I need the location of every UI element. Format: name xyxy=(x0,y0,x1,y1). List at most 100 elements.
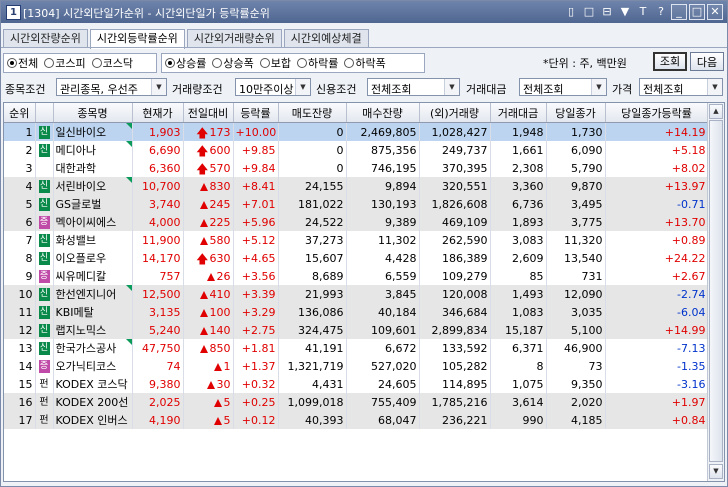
chevron-down-icon[interactable]: ▼ xyxy=(707,79,722,95)
title-bar: 1 [1304] 시간외단일가순위 - 시간외단일가 등락률순위 ▯ □ ⊟ ▼… xyxy=(1,1,727,23)
price-condition-select[interactable]: 전체조회 ▼ xyxy=(639,78,723,96)
table-row[interactable]: 11 신 KBI메탈 3,135 100 +3.29 136,086 40,184 346,68… xyxy=(4,303,709,321)
chevron-down-icon[interactable]: ▼ xyxy=(591,79,606,95)
scroll-down-icon[interactable]: ▼ xyxy=(709,464,723,479)
credit-condition-select[interactable]: 전체조회 ▼ xyxy=(367,78,460,96)
table-row[interactable]: 17 펀 KODEX 인버스 4,190 5 +0.12 40,393 68,047 236,2… xyxy=(4,411,709,429)
stock-name: 서린바이오 xyxy=(55,180,107,193)
font-size-icon[interactable]: T xyxy=(635,4,651,20)
table-row[interactable]: 16 펀 KODEX 200선 2,025 5 +0.25 1,099,018 755,409… xyxy=(4,393,709,411)
stock-name-cell[interactable]: 멕아이씨에스 xyxy=(53,213,133,231)
badge-cell: 신 xyxy=(35,231,54,249)
stock-name: KODEX 코스닥 xyxy=(55,378,128,391)
col-name[interactable]: 종목명 xyxy=(53,103,133,123)
table-row[interactable]: 9 증 씨유메디칼 757 26 +3.56 8,689 6,559 109,279 85 731 +… xyxy=(4,267,709,285)
table-row[interactable]: 3 대한과학 6,360 🡅570 +9.84 0 746,195 370,395 2,308 5… xyxy=(4,159,709,177)
stock-name-cell[interactable]: 서린바이오 xyxy=(53,177,133,195)
col-rank[interactable]: 순위 xyxy=(4,103,36,123)
price-cell: 3,135 xyxy=(132,303,184,321)
amount-condition-select[interactable]: 전체조회 ▼ xyxy=(519,78,607,96)
table-row[interactable]: 6 증 멕아이씨에스 4,000 225 +5.96 24,522 9,389 469,109 1… xyxy=(4,213,709,231)
col-volume[interactable]: (외)거래량 xyxy=(419,103,491,123)
col-change[interactable]: 전일대비 xyxy=(183,103,234,123)
query-button[interactable]: 조회 xyxy=(653,52,687,71)
volume-condition-select[interactable]: 10만주이상 ▼ xyxy=(235,78,311,96)
price-condition-label: 가격 xyxy=(612,83,633,96)
radio-rise-amount[interactable]: 상승폭 xyxy=(212,55,254,71)
tab-afterhours-balance[interactable]: 시간외잔량순위 xyxy=(3,29,88,48)
table-row[interactable]: 1 신 일신바이오 1,903 🡅173 +10.00 0 2,469,805 1,028,42… xyxy=(4,122,709,141)
col-badge[interactable] xyxy=(35,103,54,123)
scroll-up-icon[interactable]: ▲ xyxy=(709,104,723,119)
stock-name-cell[interactable]: KBI메탈 xyxy=(53,303,133,321)
radio-market-kospi[interactable]: 코스피 xyxy=(44,55,86,71)
table-row[interactable]: 7 신 화성밸브 11,900 580 +5.12 37,273 11,302 262,590 3… xyxy=(4,231,709,249)
split-view-icon[interactable]: ⊟ xyxy=(599,4,615,20)
badge-cell: 펀 xyxy=(35,393,54,411)
table-row[interactable]: 5 신 GS글로벌 3,740 245 +7.01 181,022 130,193 1,826,… xyxy=(4,195,709,213)
volume-cell: 1,785,216 xyxy=(419,393,491,411)
volume-cell: 114,895 xyxy=(419,375,491,393)
radio-market-all[interactable]: 전체 xyxy=(7,55,38,71)
stock-name-cell[interactable]: GS글로벌 xyxy=(53,195,133,213)
tab-afterhours-expected[interactable]: 시간외예상체결 xyxy=(283,29,369,48)
table-row[interactable]: 10 신 한선엔지니어 12,500 410 +3.39 21,993 3,845 120,00… xyxy=(4,285,709,303)
maximize-area-icon[interactable]: □ xyxy=(581,4,597,20)
badge-cell: 증 xyxy=(35,267,54,285)
stock-name-cell[interactable]: KODEX 인버스 xyxy=(53,411,133,429)
minimize-button[interactable]: _ xyxy=(671,4,687,20)
radio-fall-amount[interactable]: 하락폭 xyxy=(344,55,386,71)
stock-name: 일신바이오 xyxy=(55,126,107,139)
stock-name-cell[interactable]: 랩지노믹스 xyxy=(53,321,133,339)
vertical-scrollbar[interactable]: ▲ ▼ xyxy=(707,103,724,481)
link-window-icon[interactable]: ▯ xyxy=(563,4,579,20)
chevron-down-icon[interactable]: ▼ xyxy=(151,79,166,95)
pin-icon[interactable]: ▼ xyxy=(617,4,633,20)
stock-name-cell[interactable]: 메디아나 xyxy=(53,141,133,159)
table-row[interactable]: 15 펀 KODEX 코스닥 9,380 30 +0.32 4,431 24,605 114,8… xyxy=(4,375,709,393)
col-close[interactable]: 당일종가 xyxy=(546,103,606,123)
col-buy-balance[interactable]: 매수잔량 xyxy=(346,103,420,123)
stock-name-cell[interactable]: 일신바이오 xyxy=(53,122,133,141)
radio-unchanged[interactable]: 보합 xyxy=(259,55,291,71)
stock-name-cell[interactable]: 씨유메디칼 xyxy=(53,267,133,285)
col-sell-balance[interactable]: 매도잔량 xyxy=(278,103,347,123)
next-button[interactable]: 다음 xyxy=(690,52,724,71)
table-row[interactable]: 14 증 오가닉티코스 74 1 +1.37 1,321,719 527,020 105,282… xyxy=(4,357,709,375)
chevron-down-icon[interactable]: ▼ xyxy=(295,79,310,95)
stock-name-cell[interactable]: 오가닉티코스 xyxy=(53,357,133,375)
change-value: 245 xyxy=(209,197,231,211)
tab-afterhours-volume[interactable]: 시간외거래량순위 xyxy=(186,29,282,48)
table-row[interactable]: 12 신 랩지노믹스 5,240 140 +2.75 324,475 109,601 2,899… xyxy=(4,321,709,339)
price-cell: 6,690 xyxy=(132,141,184,159)
radio-fall-rate[interactable]: 하락률 xyxy=(297,55,338,71)
tab-afterhours-change-rate[interactable]: 시간외등락률순위 xyxy=(89,29,185,49)
market-badge: 신 xyxy=(38,197,50,211)
radio-market-kosdaq[interactable]: 코스닥 xyxy=(91,55,133,71)
chevron-down-icon[interactable]: ▼ xyxy=(444,79,459,95)
stock-condition-select[interactable]: 관리종목, 우선주 ▼ xyxy=(56,78,167,96)
stock-name-cell[interactable]: 한선엔지니어 xyxy=(53,285,133,303)
maximize-button[interactable]: □ xyxy=(689,4,705,20)
col-amount[interactable]: 거래대금 xyxy=(490,103,547,123)
stock-name-cell[interactable]: 대한과학 xyxy=(53,159,133,177)
col-rate[interactable]: 등락률 xyxy=(233,103,279,123)
close-button[interactable]: ✕ xyxy=(707,4,723,20)
stock-name-cell[interactable]: 화성밸브 xyxy=(53,231,133,249)
close-cell: 2,020 xyxy=(546,393,606,411)
table-row[interactable]: 8 신 이오플로우 14,170 🡅630 +4.65 15,607 4,428 186,389… xyxy=(4,249,709,267)
col-price[interactable]: 현재가 xyxy=(132,103,184,123)
stock-name: 화성밸브 xyxy=(55,234,96,247)
table-row[interactable]: 4 신 서린바이오 10,700 830 +8.41 24,155 9,894 320,551 3… xyxy=(4,177,709,195)
stock-name-cell[interactable]: 한국가스공사 xyxy=(53,339,133,357)
scroll-thumb[interactable] xyxy=(709,120,723,462)
rate-cell: +0.32 xyxy=(233,375,279,393)
col-close-rate[interactable]: 당일종가등락률 xyxy=(605,103,709,123)
help-icon[interactable]: ? xyxy=(653,4,669,20)
radio-rise-rate[interactable]: 상승률 xyxy=(165,55,206,71)
table-row[interactable]: 2 신 메디아나 6,690 🡅600 +9.85 0 875,356 249,737 1,661… xyxy=(4,141,709,159)
stock-name-cell[interactable]: 이오플로우 xyxy=(53,249,133,267)
table-row[interactable]: 13 신 한국가스공사 47,750 850 +1.81 41,191 6,672 133,59… xyxy=(4,339,709,357)
stock-name-cell[interactable]: KODEX 코스닥 xyxy=(53,375,133,393)
stock-name-cell[interactable]: KODEX 200선 xyxy=(53,393,133,411)
